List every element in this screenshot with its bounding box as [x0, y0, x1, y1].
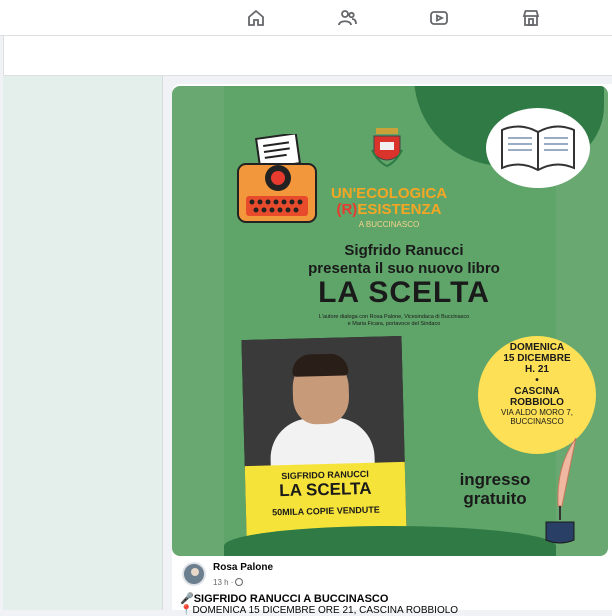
- post-author-name[interactable]: Rosa Palone: [213, 562, 273, 573]
- feed-post: UN'ECOLOGICA (R)ESISTENZA A BUCCINASCO S…: [172, 84, 612, 616]
- event-date: 15 DICEMBRE: [503, 353, 571, 364]
- town-crest-icon: [370, 122, 404, 172]
- book-cover: SIGFRIDO RANUCCI LA SCELTA 50MILA COPIE …: [241, 335, 407, 537]
- event-day: DOMENICA: [509, 342, 565, 353]
- post-time-text: 13 h ·: [213, 578, 234, 587]
- address-line-2: BUCCINASCO: [510, 417, 564, 426]
- cover-title-band: SIGFRIDO RANUCCI LA SCELTA 50MILA COPIE …: [244, 461, 407, 537]
- home-icon[interactable]: [246, 8, 266, 28]
- post-text-line-1: 🎤SIGFRIDO RANUCCI A BUCCINASCO: [180, 593, 389, 605]
- poster-headline: UN'ECOLOGICA (R)ESISTENZA: [314, 186, 464, 218]
- quill-ink-icon: [536, 436, 586, 546]
- entry-line-1: ingresso: [459, 470, 531, 489]
- poster-book-title: LA SCELTA: [318, 276, 490, 309]
- story-strip: [3, 36, 612, 76]
- address-line-1: VIA ALDO MORO 7,: [500, 408, 574, 417]
- poster-dialog-text: L'autore dialoga con Rosa Palone, Vicesi…: [304, 314, 484, 328]
- headline-line-1: UN'ECOLOGICA: [330, 185, 448, 202]
- globe-icon: [235, 578, 244, 586]
- author-shirt: [269, 416, 375, 470]
- poster-artwork: UN'ECOLOGICA (R)ESISTENZA A BUCCINASCO S…: [224, 86, 604, 556]
- author-hair: [291, 353, 349, 377]
- event-bullet: •: [535, 375, 539, 386]
- post-text-line-2: 📍DOMENICA 15 DICEMBRE ORE 21, CASCINA RO…: [180, 605, 459, 616]
- post-image[interactable]: UN'ECOLOGICA (R)ESISTENZA A BUCCINASCO S…: [172, 86, 608, 556]
- typewriter-icon: [232, 132, 324, 230]
- entry-line-2: gratuito: [463, 489, 527, 508]
- poster-subheadline: A BUCCINASCO: [358, 220, 420, 229]
- open-book-icon: [486, 108, 590, 188]
- author-avatar[interactable]: [182, 562, 206, 586]
- video-icon[interactable]: [429, 8, 449, 28]
- left-sidebar-panel: [3, 76, 163, 610]
- top-navigation-bar: [0, 0, 612, 36]
- author-photo: [241, 335, 405, 471]
- dialog-line-1: L'autore dialoga con Rosa Palone, Vicesi…: [318, 314, 470, 320]
- headline-resistenza: ESISTENZA: [357, 201, 442, 218]
- friends-icon[interactable]: [337, 8, 357, 28]
- poster-author-name: Sigfrido Ranucci: [344, 242, 464, 259]
- cover-copies: 50MILA COPIE VENDUTE: [272, 504, 380, 518]
- marketplace-icon[interactable]: [521, 8, 541, 28]
- dialog-line-2: e Maria Ficara, portavoce del Sindaco: [347, 321, 441, 327]
- event-time: H. 21: [525, 364, 549, 375]
- headline-line-2: (R)ESISTENZA: [314, 202, 464, 218]
- headline-r: (R): [336, 201, 358, 218]
- cover-title: LA SCELTA: [279, 478, 372, 501]
- post-timestamp[interactable]: 13 h ·: [213, 578, 244, 587]
- venue-line-1: CASCINA: [514, 386, 560, 397]
- free-entry-text: ingresso gratuito: [450, 470, 540, 508]
- poster-author-block: Sigfrido Ranucci presenta il suo nuovo l…: [284, 242, 524, 278]
- venue-line-2: ROBBIOLO: [510, 397, 564, 408]
